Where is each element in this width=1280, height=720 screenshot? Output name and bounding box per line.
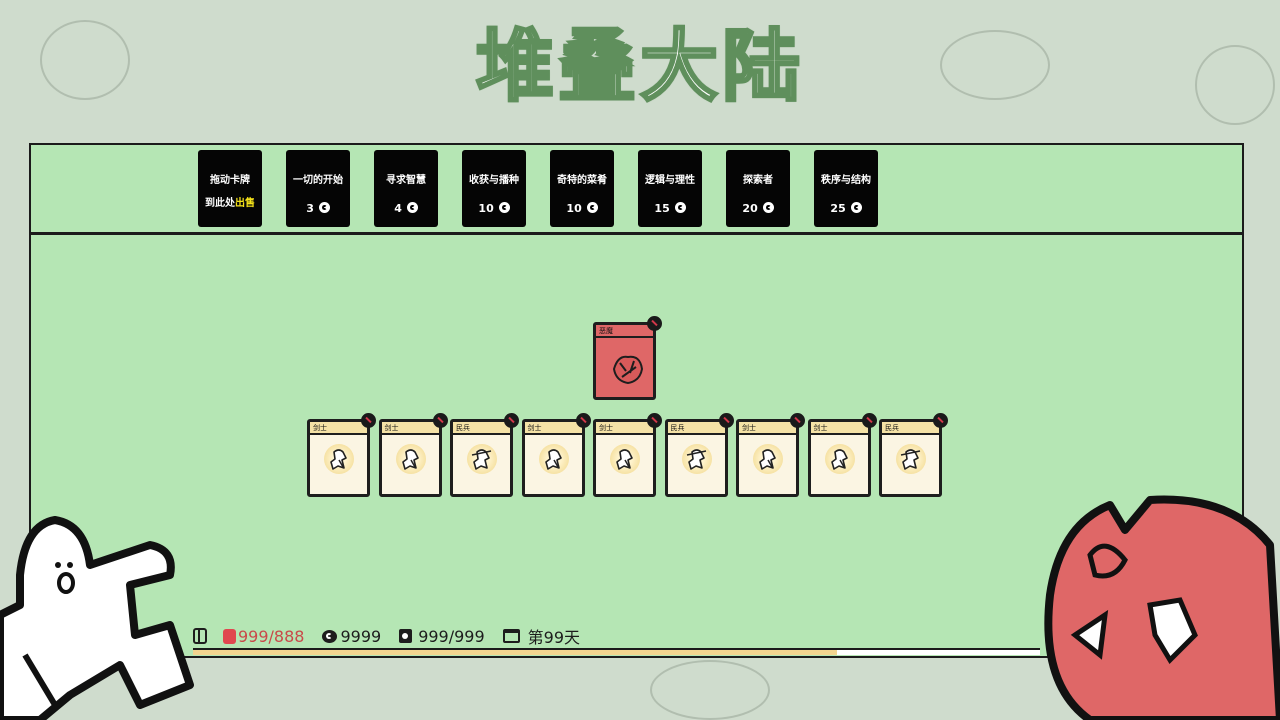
coin-icon [850, 202, 862, 213]
booster-pack[interactable]: 收获与播种 10 [462, 150, 526, 227]
pack-name: 收获与播种 [469, 175, 519, 186]
sell-slot[interactable]: 拖动卡牌 到此处出售 [198, 150, 262, 227]
food-icon [399, 629, 413, 643]
booster-pack[interactable]: 探索者 20 [726, 150, 790, 227]
pack-name: 奇特的菜肴 [557, 175, 607, 186]
card-badge-icon [647, 316, 662, 331]
pack-price: 3 [286, 202, 350, 215]
enemy-card[interactable]: 恶魔 [593, 316, 662, 400]
coin-icon [322, 629, 338, 643]
sell-slot-line2: 到此处出售 [205, 198, 255, 209]
unit-card[interactable]: 民兵 [664, 413, 734, 497]
unit-card[interactable]: 民兵 [879, 413, 948, 497]
unit-card[interactable]: 剑士 [521, 413, 591, 497]
card-label: 剑士 [810, 422, 868, 435]
militia-icon [896, 444, 926, 474]
day-progress-fill [193, 650, 837, 655]
swordsman-mascot [0, 516, 194, 720]
day-stat: 第99天 [502, 624, 581, 648]
swordsman-icon [395, 444, 426, 474]
card-badge-icon [504, 413, 519, 428]
pack-name: 秩序与结构 [821, 175, 871, 186]
pack-name: 一切的开始 [293, 175, 343, 186]
militia-icon [467, 444, 497, 474]
pack-price: 15 [638, 202, 702, 215]
day-progress-bar [193, 648, 1040, 655]
card-badge-icon [861, 413, 877, 428]
card-badge-icon [432, 413, 448, 428]
swordsman-icon [753, 444, 783, 474]
militia-icon [681, 444, 712, 474]
pack-price: 10 [550, 202, 614, 215]
coin-stat: 9999 [322, 627, 381, 646]
card-label: 剑士 [381, 422, 439, 435]
unit-card[interactable]: 民兵 [450, 413, 519, 497]
card-label: 剑士 [310, 422, 367, 435]
pack-price: 20 [726, 202, 790, 215]
unit-card[interactable]: 剑士 [593, 413, 662, 497]
calendar-icon [502, 629, 520, 643]
booster-pack[interactable]: 秩序与结构 25 [814, 150, 878, 227]
card-label: 恶魔 [596, 325, 653, 338]
card-badge-icon [933, 413, 948, 428]
coin-icon [674, 202, 686, 213]
day-value: 第99天 [527, 628, 581, 647]
booster-pack[interactable]: 逻辑与理性 15 [638, 150, 702, 227]
coin-icon [762, 202, 774, 213]
unit-card[interactable]: 剑士 [307, 413, 376, 497]
card-badge-icon [718, 413, 734, 428]
card-badge-icon [790, 413, 805, 428]
booster-pack[interactable]: 一切的开始 3 [286, 150, 350, 227]
swordsman-icon [824, 444, 855, 474]
coin-icon [318, 202, 330, 213]
booster-pack[interactable]: 寻求智慧 4 [374, 150, 438, 227]
pack-name: 逻辑与理性 [645, 175, 695, 186]
swordsman-icon [610, 444, 640, 474]
health-stat: 999/888 [223, 627, 304, 646]
food-value: 999/999 [418, 626, 485, 646]
pack-name: 寻求智慧 [386, 175, 426, 186]
background-tree-doodle [650, 660, 770, 720]
booster-pack[interactable]: 奇特的菜肴 10 [550, 150, 614, 227]
sell-slot-line1: 拖动卡牌 [210, 175, 250, 186]
pack-price: 4 [374, 202, 438, 215]
pack-price: 10 [462, 202, 526, 215]
pack-name: 探索者 [743, 175, 773, 186]
card-label: 民兵 [667, 422, 725, 435]
card-label: 民兵 [882, 422, 939, 435]
card-badge-icon [647, 413, 662, 428]
food-stat: 999/999 [399, 626, 485, 646]
pack-price: 25 [814, 202, 878, 215]
card-label: 民兵 [453, 422, 510, 435]
coin-value: 9999 [340, 626, 382, 646]
card-badge-icon [575, 413, 591, 428]
coin-icon [586, 202, 598, 213]
swordsman-icon [538, 444, 569, 474]
health-value: 999/888 [238, 626, 305, 646]
card-badge-icon [361, 413, 376, 428]
game-title: 堆叠大陆 [474, 21, 804, 114]
swordsman-icon [324, 444, 354, 474]
status-bar: 999/888 9999 999/999 第99天 [193, 625, 598, 647]
card-label: 剑士 [596, 422, 653, 435]
shop-row: 拖动卡牌 到此处出售 一切的开始 3 寻求智慧 4 收获与播种 10 奇特的菜肴… [31, 145, 1242, 235]
coin-icon [498, 202, 510, 213]
demon-icon [606, 347, 646, 387]
demon-mascot [1044, 495, 1280, 720]
health-icon [223, 628, 236, 644]
coin-icon [406, 202, 418, 213]
unit-card[interactable]: 剑士 [807, 413, 877, 497]
card-label: 剑士 [739, 422, 796, 435]
unit-card[interactable]: 剑士 [736, 413, 805, 497]
card-label: 剑士 [524, 422, 582, 435]
unit-card[interactable]: 剑士 [378, 413, 448, 497]
